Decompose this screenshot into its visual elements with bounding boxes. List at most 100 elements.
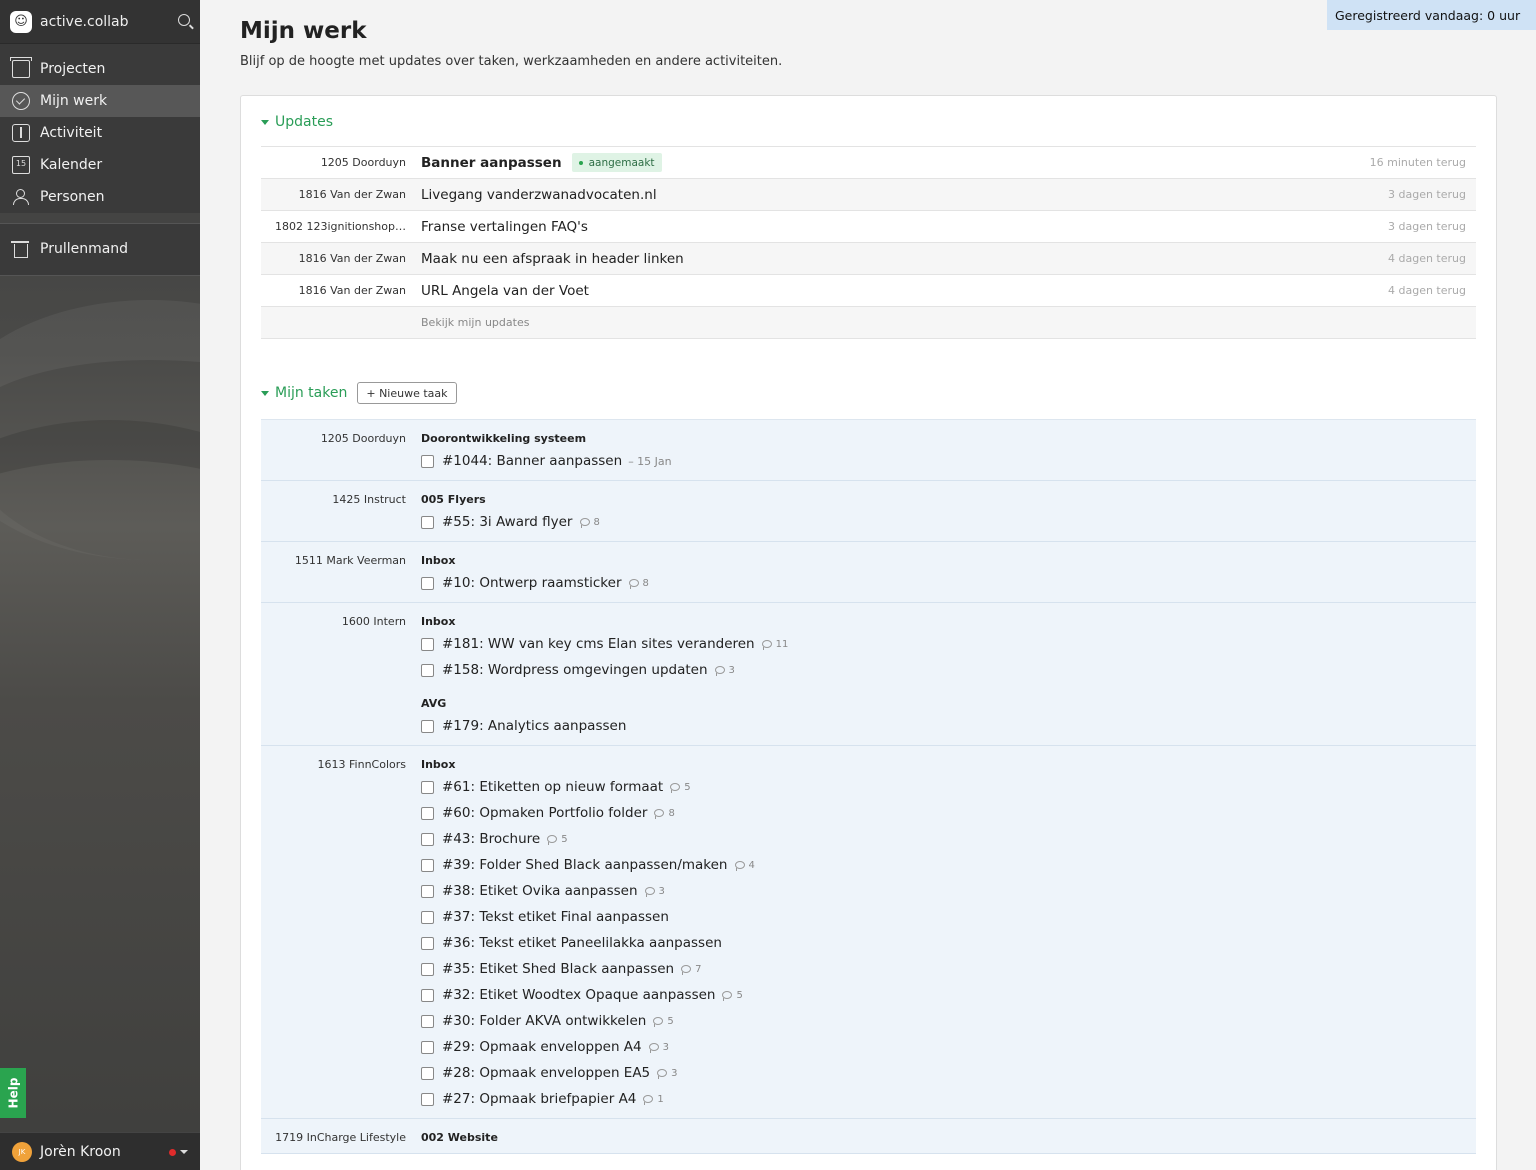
- task-checkbox[interactable]: [421, 780, 434, 794]
- sidebar-item-personen[interactable]: Personen: [0, 181, 200, 213]
- update-row[interactable]: 1816 Van der Zwan Livegang vanderzwanadv…: [261, 179, 1476, 211]
- user-menu[interactable]: JK Jorèn Kroon: [0, 1132, 200, 1170]
- task-checkbox[interactable]: [421, 576, 434, 590]
- task-list-name[interactable]: Doorontwikkeling systeem: [421, 432, 1476, 448]
- task-item[interactable]: #37: Tekst etiket Final aanpassen: [421, 904, 1476, 930]
- update-title[interactable]: Banner aanpassen: [421, 155, 562, 171]
- task-list-name[interactable]: Inbox: [421, 758, 1476, 774]
- task-checkbox[interactable]: [421, 1092, 434, 1106]
- task-list-name[interactable]: Inbox: [421, 554, 1476, 570]
- brand-name[interactable]: active.collab: [40, 14, 129, 30]
- sidebar-item-projecten[interactable]: Projecten: [0, 53, 200, 85]
- sidebar-item-activiteit[interactable]: Activiteit: [0, 117, 200, 149]
- task-item[interactable]: #55: 3i Award flyer 8: [421, 509, 1476, 535]
- task-item[interactable]: #35: Etiket Shed Black aanpassen 7: [421, 956, 1476, 982]
- update-title[interactable]: Livegang vanderzwanadvocaten.nl: [421, 187, 657, 203]
- task-checkbox[interactable]: [421, 719, 434, 733]
- task-item[interactable]: #29: Opmaak enveloppen A4 3: [421, 1034, 1476, 1060]
- help-tab[interactable]: Help: [0, 1068, 26, 1118]
- sidebar-item-mijn-werk[interactable]: Mijn werk: [0, 85, 200, 117]
- task-title[interactable]: #37: Tekst etiket Final aanpassen: [442, 909, 669, 925]
- task-title[interactable]: #43: Brochure: [442, 831, 540, 847]
- task-checkbox[interactable]: [421, 962, 434, 976]
- task-item[interactable]: #10: Ontwerp raamsticker 8: [421, 570, 1476, 596]
- task-checkbox[interactable]: [421, 988, 434, 1002]
- task-item[interactable]: #43: Brochure 5: [421, 826, 1476, 852]
- task-item[interactable]: #60: Opmaken Portfolio folder 8: [421, 800, 1476, 826]
- task-group-project[interactable]: 1600 Intern: [261, 615, 406, 628]
- sidebar-item-kalender[interactable]: 15 Kalender: [0, 149, 200, 181]
- task-list-name[interactable]: Inbox: [421, 615, 1476, 631]
- view-updates-link[interactable]: Bekijk mijn updates: [421, 316, 529, 329]
- task-title[interactable]: #28: Opmaak enveloppen EA5: [442, 1065, 650, 1081]
- task-title[interactable]: #10: Ontwerp raamsticker: [442, 575, 622, 591]
- task-checkbox[interactable]: [421, 936, 434, 950]
- registered-today-badge[interactable]: Geregistreerd vandaag: 0 uur: [1327, 0, 1536, 30]
- task-checkbox[interactable]: [421, 858, 434, 872]
- task-checkbox[interactable]: [421, 663, 434, 677]
- task-title[interactable]: #38: Etiket Ovika aanpassen: [442, 883, 638, 899]
- updates-header[interactable]: Updates: [261, 114, 333, 130]
- task-checkbox[interactable]: [421, 910, 434, 924]
- task-group-project[interactable]: 1613 FinnColors: [261, 758, 406, 771]
- update-row[interactable]: 1816 Van der Zwan URL Angela van der Voe…: [261, 275, 1476, 307]
- task-group-project[interactable]: 1205 Doorduyn: [261, 432, 406, 445]
- tasks-header: Mijn taken + Nieuwe taak: [261, 382, 457, 404]
- update-title[interactable]: URL Angela van der Voet: [421, 283, 589, 299]
- task-item[interactable]: #1044: Banner aanpassen – 15 Jan: [421, 448, 1476, 474]
- task-checkbox[interactable]: [421, 515, 434, 529]
- task-item[interactable]: #179: Analytics aanpassen: [421, 713, 1476, 739]
- task-title[interactable]: #29: Opmaak enveloppen A4: [442, 1039, 642, 1055]
- task-title[interactable]: #30: Folder AKVA ontwikkelen: [442, 1013, 646, 1029]
- task-group-project[interactable]: 1511 Mark Veerman: [261, 554, 406, 567]
- task-title[interactable]: #60: Opmaken Portfolio folder: [442, 805, 647, 821]
- search-icon[interactable]: [178, 14, 190, 26]
- update-row[interactable]: 1816 Van der Zwan Maak nu een afspraak i…: [261, 243, 1476, 275]
- task-title[interactable]: #36: Tekst etiket Paneelilakka aanpassen: [442, 935, 722, 951]
- caret-down-icon[interactable]: [261, 390, 269, 396]
- update-title[interactable]: Franse vertalingen FAQ's: [421, 219, 588, 235]
- task-checkbox[interactable]: [421, 454, 434, 468]
- task-title[interactable]: #27: Opmaak briefpapier A4: [442, 1091, 636, 1107]
- chevron-down-icon[interactable]: [180, 1150, 188, 1154]
- task-list-name[interactable]: 002 Website: [421, 1131, 1476, 1147]
- caret-down-icon: [261, 119, 269, 125]
- logo-icon[interactable]: ☺: [10, 10, 32, 33]
- task-item[interactable]: #181: WW van key cms Elan sites verander…: [421, 631, 1476, 657]
- task-title[interactable]: #32: Etiket Woodtex Opaque aanpassen: [442, 987, 715, 1003]
- task-item[interactable]: #158: Wordpress omgevingen updaten 3: [421, 657, 1476, 683]
- task-checkbox[interactable]: [421, 832, 434, 846]
- task-checkbox[interactable]: [421, 1040, 434, 1054]
- task-title[interactable]: #181: WW van key cms Elan sites verander…: [442, 636, 755, 652]
- task-checkbox[interactable]: [421, 1014, 434, 1028]
- task-group-project[interactable]: 1425 Instruct: [261, 493, 406, 506]
- task-item[interactable]: #30: Folder AKVA ontwikkelen 5: [421, 1008, 1476, 1034]
- task-item[interactable]: #32: Etiket Woodtex Opaque aanpassen 5: [421, 982, 1476, 1008]
- update-row[interactable]: 1802 123ignitionshop… Franse vertalingen…: [261, 211, 1476, 243]
- task-item[interactable]: #36: Tekst etiket Paneelilakka aanpassen: [421, 930, 1476, 956]
- task-item[interactable]: #39: Folder Shed Black aanpassen/maken 4: [421, 852, 1476, 878]
- task-list-name[interactable]: AVG: [421, 697, 1476, 713]
- task-item[interactable]: #61: Etiketten op nieuw formaat 5: [421, 774, 1476, 800]
- task-group-project[interactable]: 1719 InCharge Lifestyle: [261, 1131, 406, 1144]
- task-title[interactable]: #61: Etiketten op nieuw formaat: [442, 779, 663, 795]
- task-checkbox[interactable]: [421, 637, 434, 651]
- task-title[interactable]: #55: 3i Award flyer: [442, 514, 573, 530]
- task-item[interactable]: #27: Opmaak briefpapier A4 1: [421, 1086, 1476, 1112]
- tasks-heading[interactable]: Mijn taken: [275, 385, 347, 401]
- task-title[interactable]: #39: Folder Shed Black aanpassen/maken: [442, 857, 728, 873]
- task-item[interactable]: #38: Etiket Ovika aanpassen 3: [421, 878, 1476, 904]
- task-list-name[interactable]: 005 Flyers: [421, 493, 1476, 509]
- task-title[interactable]: #158: Wordpress omgevingen updaten: [442, 662, 708, 678]
- sidebar-item-prullenmand[interactable]: Prullenmand: [0, 233, 200, 265]
- task-title[interactable]: #35: Etiket Shed Black aanpassen: [442, 961, 674, 977]
- task-title[interactable]: #1044: Banner aanpassen: [442, 453, 622, 469]
- task-checkbox[interactable]: [421, 884, 434, 898]
- new-task-button[interactable]: + Nieuwe taak: [357, 382, 457, 404]
- update-row[interactable]: 1205 Doorduyn Banner aanpassen aangemaak…: [261, 147, 1476, 179]
- update-title[interactable]: Maak nu een afspraak in header linken: [421, 251, 684, 267]
- task-item[interactable]: #28: Opmaak enveloppen EA5 3: [421, 1060, 1476, 1086]
- task-checkbox[interactable]: [421, 806, 434, 820]
- task-title[interactable]: #179: Analytics aanpassen: [442, 718, 626, 734]
- task-checkbox[interactable]: [421, 1066, 434, 1080]
